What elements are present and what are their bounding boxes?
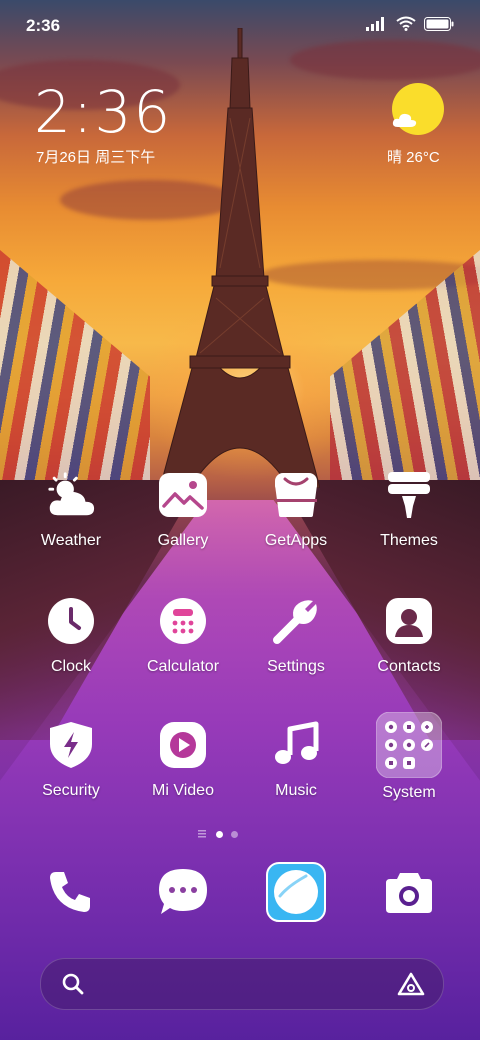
page-dot[interactable]: [231, 830, 238, 838]
music-icon: [271, 720, 321, 770]
wifi-icon: [396, 16, 416, 31]
page-indicator[interactable]: [198, 830, 238, 838]
search-bar[interactable]: [40, 958, 444, 1010]
signal-icon: [366, 16, 384, 31]
app-weather[interactable]: Weather: [16, 470, 126, 550]
themes-icon: [384, 470, 434, 520]
dock-browser[interactable]: [266, 862, 326, 922]
gallery-icon: [158, 470, 208, 520]
getapps-icon: [271, 470, 321, 520]
app-label: Themes: [380, 532, 438, 549]
phone-icon: [50, 872, 90, 912]
dock-messages[interactable]: [153, 862, 213, 922]
app-calculator[interactable]: Calculator: [128, 596, 238, 676]
contacts-icon: [384, 596, 434, 646]
app-folder-system[interactable]: System: [354, 712, 464, 802]
app-label: Music: [275, 782, 317, 799]
app-label: System: [382, 784, 436, 801]
cloud-icon: [392, 113, 417, 127]
app-mi-video[interactable]: Mi Video: [128, 720, 238, 800]
weather-text: 晴 26°C: [387, 149, 440, 166]
dock-camera[interactable]: [379, 862, 439, 922]
app-label: Weather: [40, 532, 102, 549]
assistant-icon[interactable]: [397, 972, 425, 996]
search-icon[interactable]: [61, 972, 85, 996]
messages-icon: [159, 869, 207, 914]
app-contacts[interactable]: Contacts: [354, 596, 464, 676]
eiffel-tower-illustration: [160, 28, 320, 488]
calculator-icon: [158, 596, 208, 646]
app-getapps[interactable]: GetApps: [241, 470, 351, 550]
app-label: Mi Video: [152, 782, 214, 799]
app-label: Contacts: [377, 658, 441, 675]
mi-video-icon: [158, 720, 208, 770]
security-icon: [46, 720, 96, 770]
app-label: GetApps: [264, 532, 328, 549]
app-music[interactable]: Music: [241, 720, 351, 800]
page-dot-active[interactable]: [216, 830, 223, 838]
settings-icon: [271, 596, 321, 646]
clock-icon: [46, 596, 96, 646]
app-security[interactable]: Security: [16, 720, 126, 800]
status-bar: 2:36: [0, 0, 480, 50]
status-time: 2:36: [26, 16, 61, 35]
app-label: Gallery: [157, 532, 209, 549]
clock-widget-date: 7月26日 周三下午: [36, 149, 156, 166]
app-gallery[interactable]: Gallery: [128, 470, 238, 550]
battery-icon: [424, 16, 454, 31]
app-settings[interactable]: Settings: [241, 596, 351, 676]
app-clock[interactable]: Clock: [16, 596, 126, 676]
dock-phone[interactable]: [40, 862, 100, 922]
app-label: Clock: [50, 658, 91, 675]
app-label: Security: [42, 782, 100, 799]
clock-widget-time[interactable]: 2:36: [34, 78, 172, 146]
list-icon: [198, 830, 206, 838]
app-themes[interactable]: Themes: [354, 470, 464, 550]
system-folder-icon: [376, 712, 442, 778]
weather-icon: [46, 470, 96, 520]
camera-icon: [386, 873, 432, 913]
browser-icon: [266, 862, 326, 922]
app-label: Settings: [267, 658, 325, 675]
app-label: Calculator: [146, 658, 220, 675]
